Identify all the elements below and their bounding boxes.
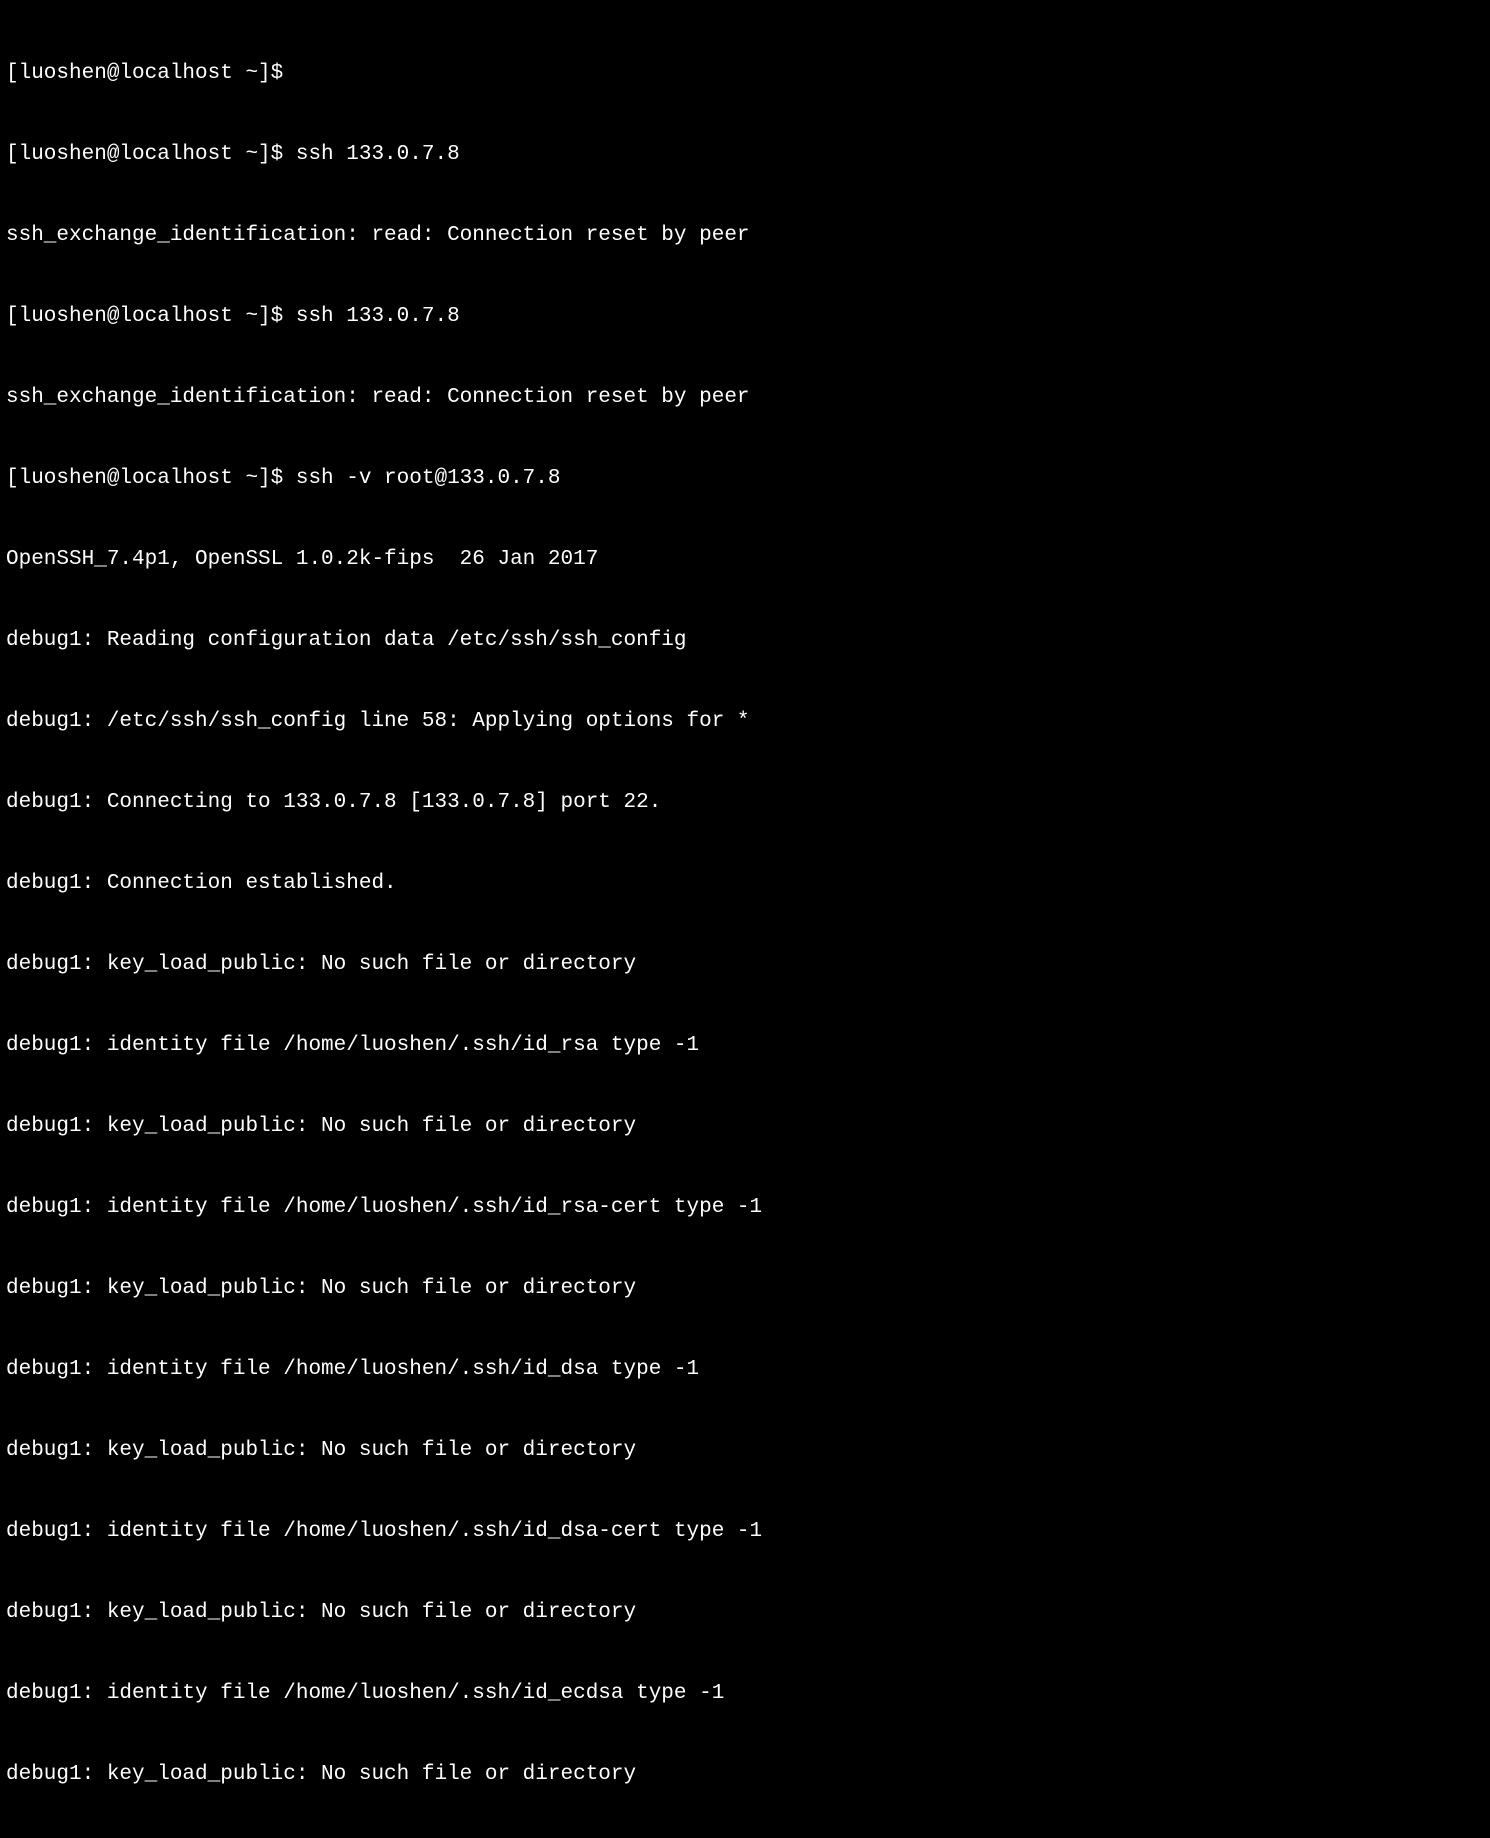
terminal-line: debug1: key_load_public: No such file or… (6, 1599, 1484, 1626)
terminal-line: OpenSSH_7.4p1, OpenSSL 1.0.2k-fips 26 Ja… (6, 546, 1484, 573)
terminal-line: [luoshen@localhost ~]$ ssh 133.0.7.8 (6, 141, 1484, 168)
terminal-line: [luoshen@localhost ~]$ ssh 133.0.7.8 (6, 303, 1484, 330)
terminal-line: debug1: /etc/ssh/ssh_config line 58: App… (6, 708, 1484, 735)
terminal-line: debug1: identity file /home/luoshen/.ssh… (6, 1356, 1484, 1383)
terminal-line: debug1: key_load_public: No such file or… (6, 1437, 1484, 1464)
terminal-line: debug1: Reading configuration data /etc/… (6, 627, 1484, 654)
terminal-line: debug1: key_load_public: No such file or… (6, 1761, 1484, 1788)
terminal-line: ssh_exchange_identification: read: Conne… (6, 222, 1484, 249)
terminal-line: debug1: key_load_public: No such file or… (6, 1275, 1484, 1302)
terminal-line: [luoshen@localhost ~]$ ssh -v root@133.0… (6, 465, 1484, 492)
terminal-line: debug1: identity file /home/luoshen/.ssh… (6, 1518, 1484, 1545)
terminal-window[interactable]: [luoshen@localhost ~]$ [luoshen@localhos… (0, 0, 1490, 1838)
terminal-line: debug1: identity file /home/luoshen/.ssh… (6, 1194, 1484, 1221)
terminal-line: [luoshen@localhost ~]$ (6, 60, 1484, 87)
terminal-line: debug1: Connection established. (6, 870, 1484, 897)
terminal-line: debug1: identity file /home/luoshen/.ssh… (6, 1032, 1484, 1059)
terminal-line: debug1: identity file /home/luoshen/.ssh… (6, 1680, 1484, 1707)
terminal-line: debug1: Connecting to 133.0.7.8 [133.0.7… (6, 789, 1484, 816)
terminal-line: debug1: key_load_public: No such file or… (6, 951, 1484, 978)
terminal-line: ssh_exchange_identification: read: Conne… (6, 384, 1484, 411)
terminal-line: debug1: key_load_public: No such file or… (6, 1113, 1484, 1140)
